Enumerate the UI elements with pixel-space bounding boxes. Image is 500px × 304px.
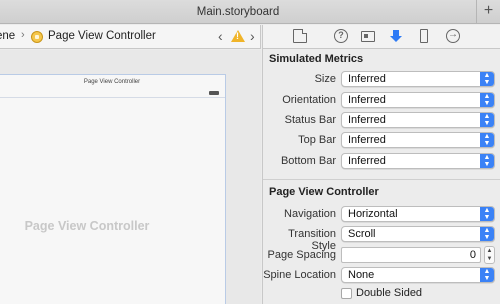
page-view-controller-title: Page View Controller <box>269 186 379 198</box>
simulated-metrics-title: Simulated Metrics <box>269 53 364 65</box>
orientation-popup[interactable]: Inferred ▲ ▼ <box>341 92 495 108</box>
size-label: Size <box>314 73 336 85</box>
popup-chevron-icon: ▲ ▼ <box>480 72 494 86</box>
size-popup[interactable]: Inferred ▲ ▼ <box>341 71 495 87</box>
page-spacing-field[interactable]: 0 <box>341 247 481 263</box>
page-spacing-stepper[interactable]: ▲ ▼ <box>484 246 495 264</box>
bottom-bar-label: Bottom Bar <box>280 155 336 167</box>
page-view-controller-scene[interactable]: Page View Controller Page View Controlle… <box>0 74 226 304</box>
popup-chevron-icon: ▲ ▼ <box>480 113 494 127</box>
size-value: Inferred <box>348 73 386 85</box>
navigation-value: Horizontal <box>348 208 398 220</box>
popup-chevron-icon: ▲ ▼ <box>480 133 494 147</box>
double-sided-checkbox[interactable] <box>341 288 352 299</box>
transition-style-value: Scroll <box>348 228 376 240</box>
popup-chevron-icon: ▲ ▼ <box>480 154 494 168</box>
jump-bar: ene › Page View Controller ‹ › <box>0 25 261 49</box>
identity-inspector-icon[interactable] <box>361 31 375 42</box>
spine-location-popup[interactable]: None ▲ ▼ <box>341 267 495 283</box>
connections-inspector-icon[interactable]: → <box>446 29 460 43</box>
storyboard-canvas[interactable]: Page View Controller Page View Controlle… <box>0 50 261 304</box>
top-bar-value: Inferred <box>348 134 386 146</box>
page-view-controller-icon <box>31 31 43 43</box>
orientation-value: Inferred <box>348 94 386 106</box>
back-arrow-icon[interactable]: ‹ <box>218 28 223 44</box>
bottom-bar-value: Inferred <box>348 155 386 167</box>
breadcrumb-separator: › <box>21 29 25 41</box>
spine-location-value: None <box>348 269 375 281</box>
navigation-label: Navigation <box>284 208 336 220</box>
page-spacing-value: 0 <box>469 249 476 261</box>
add-tab-button[interactable]: + <box>476 0 500 24</box>
breadcrumb-page-view-controller[interactable]: Page View Controller <box>48 30 156 42</box>
file-inspector-icon[interactable] <box>293 29 307 43</box>
warning-icon[interactable] <box>231 30 245 42</box>
popup-chevron-icon: ▲ ▼ <box>480 227 494 241</box>
page-spacing-label: Page Spacing <box>267 249 337 261</box>
double-sided-label[interactable]: Double Sided <box>356 287 422 299</box>
popup-chevron-icon: ▲ ▼ <box>480 93 494 107</box>
top-bar-label: Top Bar <box>298 134 336 146</box>
utilities-inspector: ? → Simulated Metrics Size Inferred ▲ ▼ O… <box>262 25 500 304</box>
battery-icon <box>209 91 219 95</box>
top-bar-popup[interactable]: Inferred ▲ ▼ <box>341 132 495 148</box>
navigation-popup[interactable]: Horizontal ▲ ▼ <box>341 206 495 222</box>
quick-help-icon[interactable]: ? <box>334 29 348 43</box>
popup-chevron-icon: ▲ ▼ <box>480 268 494 282</box>
status-bar-label: Status Bar <box>284 114 336 126</box>
tab-main-storyboard[interactable]: Main.storyboard <box>0 0 476 24</box>
scene-title: Page View Controller <box>83 79 141 85</box>
transition-style-popup[interactable]: Scroll ▲ ▼ <box>341 226 495 242</box>
section-divider <box>263 179 500 180</box>
inspector-tab-bar: ? → <box>263 25 500 49</box>
popup-chevron-icon: ▲ ▼ <box>480 207 494 221</box>
orientation-label: Orientation <box>282 94 336 106</box>
scene-divider <box>0 97 225 98</box>
scene-placeholder-label: Page View Controller <box>24 219 150 233</box>
tab-bar: Main.storyboard + <box>0 0 500 24</box>
bottom-bar-popup[interactable]: Inferred ▲ ▼ <box>341 153 495 169</box>
size-inspector-icon[interactable] <box>420 29 428 43</box>
spine-location-label: Spine Location <box>263 269 336 281</box>
status-bar-value: Inferred <box>348 114 386 126</box>
forward-arrow-icon[interactable]: › <box>250 28 255 44</box>
status-bar-popup[interactable]: Inferred ▲ ▼ <box>341 112 495 128</box>
breadcrumb-scene[interactable]: ene <box>0 30 15 42</box>
attributes-inspector-icon[interactable] <box>389 29 403 43</box>
